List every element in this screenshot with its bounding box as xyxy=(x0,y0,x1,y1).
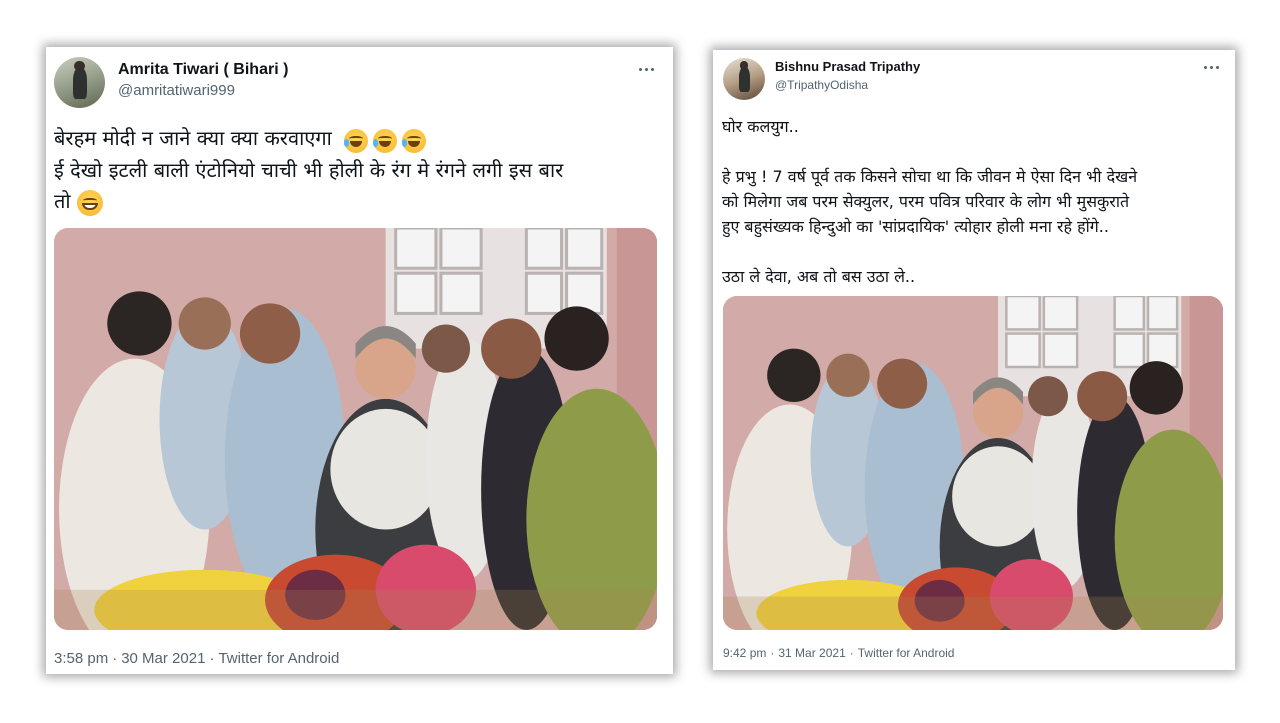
author-handle[interactable]: @amritatiwari999 xyxy=(118,82,235,99)
grinning-face-icon xyxy=(76,189,103,216)
tweet-meta: 9:42 pm · 31 Mar 2021 · Twitter for Android xyxy=(723,646,954,660)
tweet-source[interactable]: Twitter for Android xyxy=(218,650,339,667)
tweet-source[interactable]: Twitter for Android xyxy=(858,646,955,660)
more-options-icon[interactable] xyxy=(636,64,658,74)
tweet-card-left: Amrita Tiwari ( Bihari ) @amritatiwari99… xyxy=(46,47,673,674)
avatar[interactable] xyxy=(54,57,105,108)
holi-celebration-photo xyxy=(723,296,1223,630)
tweet-line: बेरहम मोदी न जाने क्या क्या करवाएगा xyxy=(54,126,332,150)
tweet-line: हे प्रभु ! 7 वर्ष पूर्व तक किसने सोचा था… xyxy=(722,167,1138,186)
separator: · xyxy=(770,646,775,660)
holi-celebration-photo xyxy=(54,228,657,630)
author-handle[interactable]: @TripathyOdisha xyxy=(775,78,868,92)
tweet-line: हुए बहुसंख्यक हिन्दुओ का 'सांप्रदायिक' त… xyxy=(722,217,1109,236)
tweet-meta: 3:58 pm · 30 Mar 2021 · Twitter for Android xyxy=(54,650,339,667)
avatar[interactable] xyxy=(723,58,765,100)
author-name[interactable]: Amrita Tiwari ( Bihari ) xyxy=(118,61,288,79)
tweet-time[interactable]: 9:42 pm xyxy=(723,646,766,660)
tweet-line: ई देखो इटली बाली एंटोनियो चाची भी होली क… xyxy=(54,158,564,182)
tweet-time[interactable]: 3:58 pm xyxy=(54,650,108,667)
face-with-tears-of-joy-icon xyxy=(402,128,427,153)
separator: · xyxy=(112,650,118,667)
author-name[interactable]: Bishnu Prasad Tripathy xyxy=(775,59,920,74)
face-with-tears-of-joy-icon xyxy=(344,128,369,153)
separator: · xyxy=(209,650,215,667)
tweet-card-right: Bishnu Prasad Tripathy @TripathyOdisha घ… xyxy=(713,50,1235,670)
tweet-photo[interactable] xyxy=(54,228,657,630)
tweet-date[interactable]: 30 Mar 2021 xyxy=(121,650,205,667)
tweet-date[interactable]: 31 Mar 2021 xyxy=(778,646,845,660)
face-with-tears-of-joy-icon xyxy=(373,128,398,153)
separator: · xyxy=(849,646,854,660)
tweet-line: उठा ले देवा, अब तो बस उठा ले.. xyxy=(722,267,916,286)
tweet-text: घोर कलयुग.. हे प्रभु ! 7 वर्ष पूर्व तक क… xyxy=(722,114,1227,289)
tweet-line: को मिलेगा जब परम सेक्युलर, परम पवित्र पर… xyxy=(722,192,1130,211)
tweet-line: घोर कलयुग.. xyxy=(722,117,799,136)
tweet-photo[interactable] xyxy=(723,296,1223,630)
tweet-text: बेरहम मोदी न जाने क्या क्या करवाएगा ई दे… xyxy=(54,123,662,217)
more-options-icon[interactable] xyxy=(1201,62,1223,72)
tweet-line: तो xyxy=(54,189,71,213)
